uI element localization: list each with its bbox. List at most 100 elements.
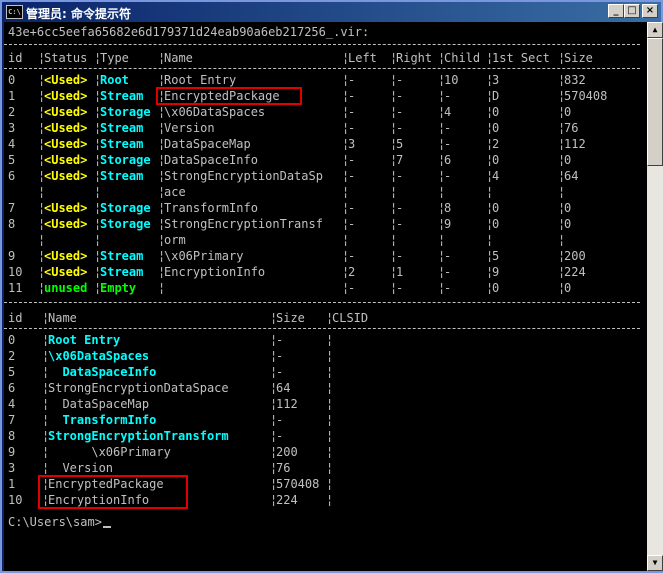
cell-name: DataSpaceMap [164, 137, 251, 151]
cell-sect: 5 [492, 249, 500, 263]
cell-child: 4 [444, 105, 452, 119]
title-bar[interactable]: C:\ 管理员: 命令提示符 _ □ × [2, 2, 661, 22]
cell-child: 6 [444, 153, 452, 167]
cursor-icon [102, 514, 112, 530]
table-divider [4, 302, 640, 304]
cell-name: \x06DataSpaces [48, 349, 150, 363]
cell-status: <Used> [44, 201, 88, 215]
cell-left: - [348, 249, 356, 263]
cell-name: DataSpaceInfo [48, 365, 157, 379]
cell-name: Version [164, 121, 215, 135]
file-name: 43e+6cc5eefa65682e6d179371d24eab90a6eb21… [8, 25, 370, 39]
table-divider [4, 328, 640, 330]
scroll-up-icon[interactable]: ▲ [647, 22, 663, 38]
cell-size: - [276, 413, 284, 427]
cell-status: <Used> [44, 121, 88, 135]
column-separator: ¦ [326, 493, 334, 507]
cell-name: Root Entry [164, 73, 237, 87]
cell-id: 3 [8, 121, 16, 135]
header-status: Status [44, 51, 88, 65]
header-name: Name [164, 51, 193, 65]
cell-child: - [444, 265, 452, 279]
column-separator: ¦ [94, 185, 102, 199]
cell-id: 8 [8, 217, 16, 231]
cell-size: 200 [564, 249, 586, 263]
cell-child: 10 [444, 73, 459, 87]
column-separator: ¦ [326, 477, 334, 491]
cell-id: 1 [8, 477, 16, 491]
cell-child: 8 [444, 201, 452, 215]
cell-id: 7 [8, 201, 16, 215]
header2-clsid: CLSID [332, 311, 369, 325]
cell-size: - [276, 333, 284, 347]
cell-id: 0 [8, 333, 16, 347]
close-button[interactable]: × [642, 4, 658, 18]
cell-size: 112 [564, 137, 586, 151]
cell-left: - [348, 201, 356, 215]
column-separator: ¦ [326, 381, 334, 395]
cmd-app-icon[interactable]: C:\ [6, 5, 23, 19]
cell-child: 9 [444, 217, 452, 231]
cell-id: 1 [8, 89, 16, 103]
vertical-scrollbar[interactable]: ▲ ▼ [647, 22, 663, 571]
cell-name: orm [164, 233, 186, 247]
cell-right: - [396, 89, 404, 103]
cell-size: - [276, 349, 284, 363]
cell-name: TransformInfo [164, 201, 258, 215]
cell-size: 0 [564, 281, 572, 295]
cell-right: - [396, 105, 404, 119]
cell-id: 3 [8, 461, 16, 475]
cell-size: 76 [276, 461, 291, 475]
cell-id: 4 [8, 397, 16, 411]
cell-id: 4 [8, 137, 16, 151]
cell-sect: 0 [492, 121, 500, 135]
cell-right: - [396, 121, 404, 135]
column-separator: ¦ [158, 281, 166, 295]
header-right: Right [396, 51, 433, 65]
cell-name: StrongEncryptionDataSpace [48, 381, 229, 395]
column-separator: ¦ [390, 185, 398, 199]
cell-status: <Used> [44, 105, 88, 119]
cell-left: 3 [348, 137, 356, 151]
cell-name: DataSpaceInfo [164, 153, 258, 167]
header-child: Child [444, 51, 481, 65]
cell-size: 0 [564, 105, 572, 119]
cell-size: 832 [564, 73, 586, 87]
cell-type: Storage [100, 217, 151, 231]
cell-size: 112 [276, 397, 298, 411]
column-separator: ¦ [486, 185, 494, 199]
cell-id: 9 [8, 445, 16, 459]
cell-status: <Used> [44, 153, 88, 167]
cell-name: StrongEncryptionTransform [48, 429, 229, 443]
cell-child: - [444, 137, 452, 151]
cell-right: - [396, 169, 404, 183]
column-separator: ¦ [94, 233, 102, 247]
scroll-thumb[interactable] [647, 38, 663, 166]
cell-sect: 3 [492, 73, 500, 87]
cell-id: 6 [8, 381, 16, 395]
minimize-button[interactable]: _ [608, 4, 624, 18]
scroll-down-icon[interactable]: ▼ [647, 555, 663, 571]
cell-id: 8 [8, 429, 16, 443]
highlight-box [156, 87, 302, 105]
cell-status: <Used> [44, 249, 88, 263]
header-left: Left [348, 51, 377, 65]
cell-type: Stream [100, 137, 144, 151]
cell-sect: D [492, 89, 500, 103]
header-id: id [8, 51, 23, 65]
header2-name: Name [48, 311, 77, 325]
maximize-button[interactable]: □ [624, 4, 640, 18]
cell-child: - [444, 89, 452, 103]
cell-sect: 0 [492, 281, 500, 295]
column-separator: ¦ [326, 349, 334, 363]
cell-status: <Used> [44, 265, 88, 279]
console-output[interactable]: 43e+6cc5eefa65682e6d179371d24eab90a6eb21… [4, 22, 647, 571]
cell-child: - [444, 121, 452, 135]
cell-type: Stream [100, 169, 144, 183]
cell-type: Empty [100, 281, 137, 295]
cell-status: <Used> [44, 169, 88, 183]
column-separator: ¦ [438, 233, 446, 247]
cell-id: 10 [8, 265, 23, 279]
cell-name: StrongEncryptionTransf [164, 217, 323, 231]
column-separator: ¦ [558, 233, 566, 247]
